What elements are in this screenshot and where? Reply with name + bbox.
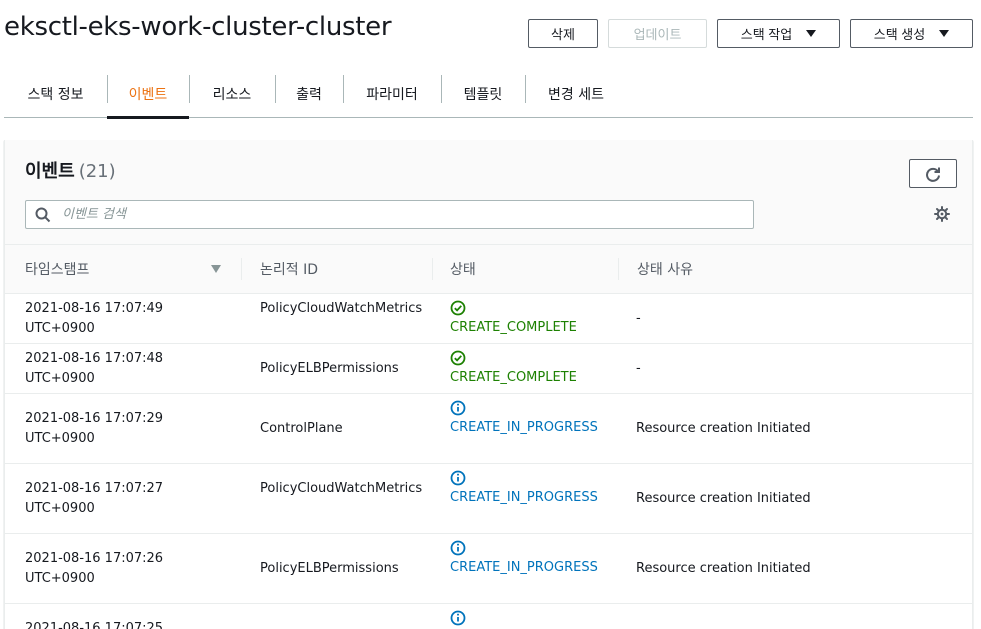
status-text: CREATE_IN_PROGRESS — [450, 420, 598, 435]
cell-logical-id: PolicyELBPermissions — [260, 361, 399, 376]
tab-resources[interactable]: 리소스 — [189, 70, 275, 118]
cell-timestamp: 2021-08-16 17:07:27 UTC+0900 — [25, 481, 164, 516]
cell-status: CREATE_IN_PROGRESS — [450, 470, 605, 508]
column-header-timestamp[interactable]: 타임스탬프 — [25, 245, 89, 293]
events-count: (21) — [78, 161, 116, 182]
info-circle-icon — [450, 610, 466, 626]
cell-timestamp: 2021-08-16 17:07:49 UTC+0900 — [25, 301, 164, 336]
info-circle-icon — [450, 400, 466, 416]
tab-template[interactable]: 템플릿 — [441, 70, 525, 118]
cell-timestamp: 2021-08-16 17:07:25 — [25, 621, 164, 629]
cell-status-reason: Resource creation Initiated — [636, 561, 811, 576]
events-table-header: 타임스탬프 논리적 ID 상태 상태 사유 — [5, 245, 972, 294]
tab-bar: 스택 정보 이벤트 리소스 출력 파라미터 템플릿 변경 세트 — [4, 70, 973, 119]
table-row: 2021-08-16 17:07:49 UTC+0900 PolicyCloud… — [5, 294, 972, 344]
gear-icon[interactable] — [934, 206, 950, 222]
table-row: 2021-08-16 17:07:48 UTC+0900 PolicyELBPe… — [5, 344, 972, 394]
table-row: 2021-08-16 17:07:25 — [5, 604, 972, 629]
status-text: CREATE_IN_PROGRESS — [450, 490, 598, 505]
tab-parameters[interactable]: 파라미터 — [343, 70, 441, 118]
check-circle-icon — [450, 300, 466, 316]
search-icon — [35, 207, 51, 223]
column-header-status[interactable]: 상태 — [450, 245, 476, 293]
column-header-logical-id[interactable]: 논리적 ID — [260, 245, 318, 293]
refresh-icon — [926, 167, 940, 182]
cell-status-reason: - — [636, 311, 641, 326]
column-divider[interactable] — [618, 258, 619, 280]
cell-status: CREATE_IN_PROGRESS — [450, 540, 605, 578]
cell-logical-id: ControlPlane — [260, 421, 343, 436]
stack-actions-button[interactable]: 스택 작업 — [717, 19, 840, 48]
page-title: eksctl-eks-work-cluster-cluster — [4, 12, 392, 42]
column-divider[interactable] — [241, 258, 242, 280]
check-circle-icon — [450, 350, 466, 366]
cell-logical-id: PolicyCloudWatchMetrics — [260, 481, 423, 496]
column-divider[interactable] — [432, 258, 433, 280]
status-text: CREATE_COMPLETE — [450, 370, 577, 385]
info-circle-icon — [450, 470, 466, 486]
cell-status: CREATE_IN_PROGRESS — [450, 400, 605, 438]
cell-status-reason: Resource creation Initiated — [636, 421, 811, 436]
cell-status: CREATE_COMPLETE — [450, 300, 605, 338]
status-text: CREATE_IN_PROGRESS — [450, 560, 598, 575]
cell-logical-id: PolicyCloudWatchMetrics — [260, 301, 423, 316]
create-stack-label: 스택 생성 — [873, 27, 926, 42]
caret-down-icon — [806, 30, 817, 37]
events-title: 이벤트 (21) — [25, 157, 116, 183]
table-row: 2021-08-16 17:07:26 UTC+0900 PolicyELBPe… — [5, 534, 972, 604]
info-circle-icon — [450, 540, 466, 556]
events-panel-header: 이벤트 (21) — [5, 140, 972, 245]
status-text: CREATE_COMPLETE — [450, 320, 577, 335]
table-row: 2021-08-16 17:07:27 UTC+0900 PolicyCloud… — [5, 464, 972, 534]
cell-status-reason: - — [636, 361, 641, 376]
tab-events[interactable]: 이벤트 — [107, 70, 189, 119]
cell-status: CREATE_COMPLETE — [450, 350, 605, 388]
cell-status — [450, 610, 605, 628]
tab-outputs[interactable]: 출력 — [275, 70, 343, 118]
refresh-button[interactable] — [909, 159, 957, 188]
update-button[interactable]: 업데이트 — [608, 19, 707, 48]
cell-logical-id: PolicyELBPermissions — [260, 561, 399, 576]
search-input[interactable] — [62, 204, 742, 225]
sort-down-icon[interactable] — [211, 265, 221, 273]
events-panel: 이벤트 (21) 이벤트 검색 타임스탬프 논리적 ID 상태 상태 사유 20… — [4, 140, 973, 629]
create-stack-button[interactable]: 스택 생성 — [850, 19, 973, 48]
delete-button[interactable]: 삭제 — [528, 19, 598, 48]
tab-stack-info[interactable]: 스택 정보 — [4, 70, 107, 118]
caret-down-icon — [939, 30, 950, 37]
tab-change-sets[interactable]: 변경 세트 — [525, 70, 627, 118]
cell-timestamp: 2021-08-16 17:07:29 UTC+0900 — [25, 411, 164, 446]
cell-status-reason: Resource creation Initiated — [636, 491, 811, 506]
cell-timestamp: 2021-08-16 17:07:26 UTC+0900 — [25, 551, 164, 586]
cell-timestamp: 2021-08-16 17:07:48 UTC+0900 — [25, 351, 164, 386]
search-field — [25, 200, 754, 229]
stack-actions-label: 스택 작업 — [740, 27, 793, 42]
column-header-status-reason[interactable]: 상태 사유 — [637, 245, 693, 293]
table-row: 2021-08-16 17:07:29 UTC+0900 ControlPlan… — [5, 394, 972, 464]
events-title-label: 이벤트 — [25, 161, 75, 182]
